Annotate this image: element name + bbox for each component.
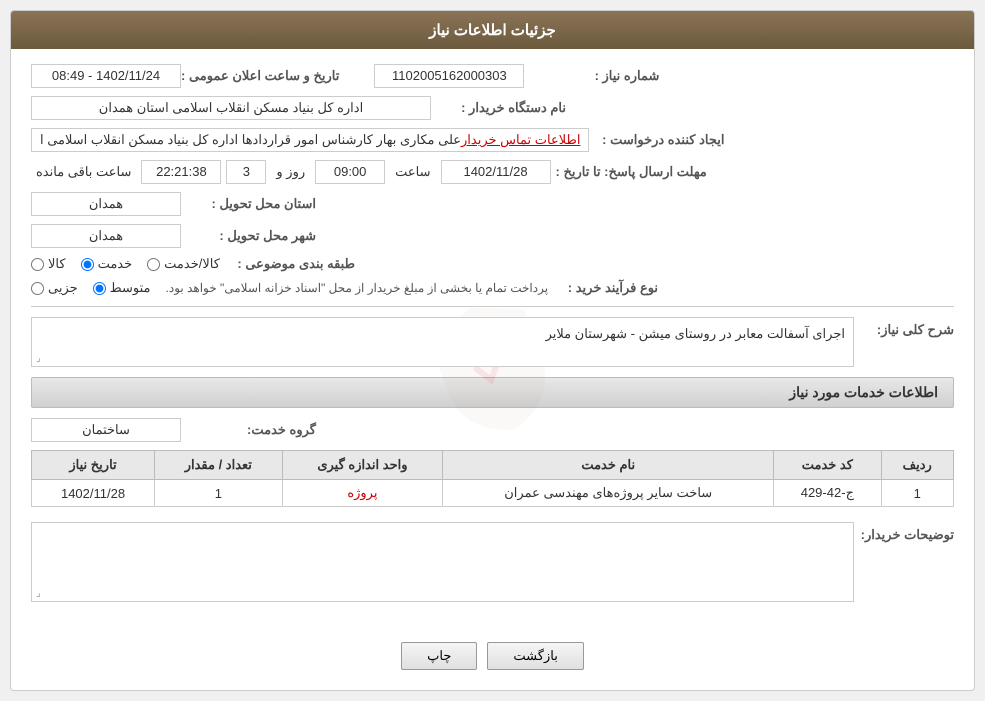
page-title: جزئیات اطلاعات نیاز — [429, 22, 556, 39]
buttons-row: بازگشت چاپ — [31, 632, 954, 675]
city-value: همدان — [31, 224, 181, 248]
services-table-header-row: ردیف کد خدمت نام خدمت واحد اندازه گیری ت… — [32, 451, 954, 480]
city-label: شهر محل تحویل : — [181, 228, 321, 244]
process-jozi-label: جزیی — [48, 280, 78, 296]
creator-row: ایجاد کننده درخواست : اطلاعات تماس خریدا… — [31, 128, 954, 152]
category-row: طبقه بندی موضوعی : کالا/خدمت خدمت کالا — [31, 256, 954, 272]
process-label: نوع فرآیند خرید : — [558, 280, 658, 296]
divider-1 — [31, 306, 954, 307]
services-table: ردیف کد خدمت نام خدمت واحد اندازه گیری ت… — [31, 450, 954, 507]
cell-date: 1402/11/28 — [32, 480, 155, 507]
process-note: پرداخت تمام یا بخشی از مبلغ خریدار از مح… — [166, 281, 549, 295]
print-button[interactable]: چاپ — [401, 642, 477, 670]
province-row: استان محل تحویل : همدان — [31, 192, 954, 216]
deadline-date: 1402/11/28 — [441, 160, 551, 184]
cell-row-num: 1 — [881, 480, 954, 507]
cell-service-code: ج-42-429 — [774, 480, 881, 507]
buyer-desc-resize: ⌟ — [36, 588, 41, 599]
cell-quantity: 1 — [155, 480, 282, 507]
category-radio-khadamat[interactable] — [81, 258, 94, 271]
province-value: همدان — [31, 192, 181, 216]
cell-unit[interactable]: پروژه — [282, 480, 443, 507]
city-row: شهر محل تحویل : همدان — [31, 224, 954, 248]
category-kala-khadamat-label: کالا/خدمت — [164, 256, 220, 272]
category-option-kala-khadamat[interactable]: کالا/خدمت — [147, 256, 220, 272]
resize-handle: ⌟ — [36, 353, 41, 364]
process-option-motevaset[interactable]: متوسط — [93, 280, 151, 296]
category-option-khadamat[interactable]: خدمت — [81, 256, 133, 272]
col-quantity: تعداد / مقدار — [155, 451, 282, 480]
page-header: جزئیات اطلاعات نیاز — [11, 11, 974, 49]
description-text: اجرای آسفالت معابر در روستای میشن - شهرس… — [546, 326, 845, 341]
col-unit: واحد اندازه گیری — [282, 451, 443, 480]
deadline-label: مهلت ارسال پاسخ: تا تاریخ : — [556, 164, 712, 180]
category-radio-kala[interactable] — [31, 258, 44, 271]
process-radio-motevaset[interactable] — [93, 282, 106, 295]
category-kala-label: کالا — [48, 256, 66, 272]
category-radio-kala-khadamat[interactable] — [147, 258, 160, 271]
creator-value: علی مکاری بهار کارشناس امور قراردادها اد… — [40, 132, 461, 148]
process-radio-group: پرداخت تمام یا بخشی از مبلغ خریدار از مح… — [31, 280, 548, 296]
need-number-row: شماره نیاز : 1102005162000303 تاریخ و سا… — [31, 64, 954, 88]
province-label: استان محل تحویل : — [181, 196, 321, 212]
cell-service-name: ساخت سایر پروژه‌های مهندسی عمران — [443, 480, 774, 507]
deadline-time: 09:00 — [315, 160, 385, 184]
announcement-label: تاریخ و ساعت اعلان عمومی : — [181, 68, 344, 84]
process-option-jozi[interactable]: جزیی — [31, 280, 78, 296]
description-section: شرح کلی نیاز: اجرای آسفالت معابر در روست… — [31, 317, 954, 367]
remaining-label: ساعت باقی مانده — [31, 164, 136, 180]
buyer-description-row: توضیحات خریدار: ⌟ — [31, 522, 954, 617]
service-group-label: گروه خدمت: — [181, 422, 321, 438]
description-box: اجرای آسفالت معابر در روستای میشن - شهرس… — [31, 317, 854, 367]
service-group-row: گروه خدمت: ساختمان — [31, 418, 954, 442]
deadline-time-label: ساعت — [390, 164, 435, 180]
category-radio-group: کالا/خدمت خدمت کالا — [31, 256, 220, 272]
deadline-days: 3 — [226, 160, 266, 184]
announcement-value: 1402/11/24 - 08:49 — [31, 64, 181, 88]
process-motevaset-label: متوسط — [110, 280, 151, 296]
service-group-value: ساختمان — [31, 418, 181, 442]
process-row: نوع فرآیند خرید : پرداخت تمام یا بخشی از… — [31, 280, 954, 296]
description-label: شرح کلی نیاز: — [854, 317, 954, 338]
category-label: طبقه بندی موضوعی : — [220, 256, 360, 272]
buyer-org-label: نام دستگاه خریدار : — [431, 100, 571, 116]
table-row: 1 ج-42-429 ساخت سایر پروژه‌های مهندسی عم… — [32, 480, 954, 507]
buyer-desc-content: ⌟ — [31, 522, 854, 617]
back-button[interactable]: بازگشت — [487, 642, 583, 670]
col-date: تاریخ نیاز — [32, 451, 155, 480]
process-radio-jozi[interactable] — [31, 282, 44, 295]
buyer-desc-label: توضیحات خریدار: — [854, 522, 954, 543]
remaining-time: 22:21:38 — [141, 160, 221, 184]
col-row-num: ردیف — [881, 451, 954, 480]
need-number-label: شماره نیاز : — [524, 68, 664, 84]
contact-link[interactable]: اطلاعات تماس خریدار — [461, 132, 580, 148]
col-service-code: کد خدمت — [774, 451, 881, 480]
creator-label: ایجاد کننده درخواست : — [589, 132, 729, 148]
deadline-row: مهلت ارسال پاسخ: تا تاریخ : 1402/11/28 س… — [31, 160, 954, 184]
buyer-org-value: اداره کل بنیاد مسکن انقلاب اسلامی استان … — [31, 96, 431, 120]
buyer-desc-box[interactable]: ⌟ — [31, 522, 854, 602]
need-number-value: 1102005162000303 — [374, 64, 524, 88]
services-section-title: اطلاعات خدمات مورد نیاز — [31, 377, 954, 408]
col-service-name: نام خدمت — [443, 451, 774, 480]
buyer-org-row: نام دستگاه خریدار : اداره کل بنیاد مسکن … — [31, 96, 954, 120]
days-label: روز و — [271, 164, 310, 180]
category-option-kala[interactable]: کالا — [31, 256, 66, 272]
description-content: اجرای آسفالت معابر در روستای میشن - شهرس… — [31, 317, 854, 367]
category-khadamat-label: خدمت — [98, 256, 133, 272]
